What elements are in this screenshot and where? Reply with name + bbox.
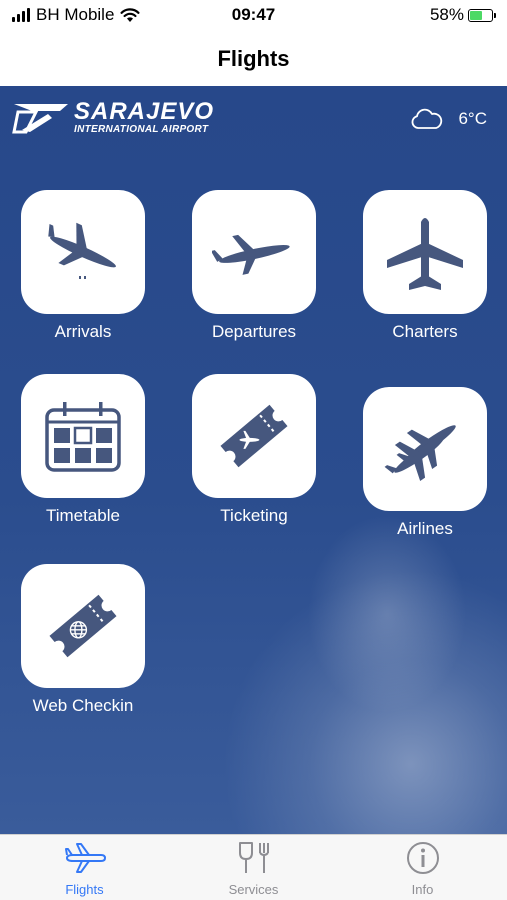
info-icon — [406, 842, 439, 874]
web-checkin-button[interactable]: Web Checkin — [21, 564, 145, 716]
status-bar: BH Mobile 09:47 58% — [0, 0, 507, 32]
tab-flights-label: Flights — [65, 882, 104, 897]
tab-services-label: Services — [228, 882, 279, 897]
airlines-planes-icon — [384, 425, 456, 482]
web-checkin-icon-box — [21, 564, 145, 688]
battery-fill — [470, 10, 483, 20]
ticket-icon — [220, 404, 288, 468]
web-checkin-label: Web Checkin — [32, 696, 134, 715]
charters-button[interactable]: Charters — [363, 190, 487, 342]
web-ticket-icon — [49, 594, 117, 658]
logo-wing-icon — [12, 104, 68, 134]
arrivals-button[interactable]: Arrivals — [21, 190, 145, 342]
plane-icon — [64, 843, 106, 873]
airlines-button[interactable]: Airlines — [363, 387, 487, 539]
airlines-icon-box — [363, 387, 487, 511]
charters-label: Charters — [392, 322, 458, 341]
battery-icon — [468, 8, 496, 22]
airlines-label: Airlines — [397, 519, 453, 538]
tab-services[interactable]: Services — [169, 835, 338, 900]
tab-info[interactable]: Info — [338, 835, 507, 900]
plane-top-view-icon — [387, 218, 463, 290]
departures-button[interactable]: Departures — [192, 190, 316, 342]
timetable-icon-box — [21, 374, 145, 498]
calendar-icon — [45, 402, 121, 472]
tab-flights[interactable]: Flights — [0, 835, 169, 900]
arrivals-label: Arrivals — [54, 322, 112, 341]
cloud-background-wisp — [307, 514, 467, 714]
ticketing-label: Ticketing — [220, 506, 288, 525]
ticketing-icon-box — [192, 374, 316, 498]
ticketing-button[interactable]: Ticketing — [192, 374, 316, 526]
airport-logo: SARAJEVO INTERNATIONAL AIRPORT — [12, 100, 214, 136]
battery-percent: 58% — [429, 5, 464, 24]
timetable-label: Timetable — [45, 506, 120, 525]
brand-name: SARAJEVO — [74, 98, 215, 125]
arrivals-icon-box — [21, 190, 145, 314]
cutlery-icon — [238, 842, 269, 873]
page-title: Flights — [217, 46, 290, 71]
tab-bar: Flights Services Info — [0, 834, 507, 900]
temperature: 6°C — [458, 109, 487, 128]
charters-icon-box — [363, 190, 487, 314]
cloud-icon — [412, 108, 443, 129]
navigation-bar: Flights — [0, 32, 507, 86]
brand-subtitle: INTERNATIONAL AIRPORT — [74, 124, 209, 135]
weather-widget: 6°C — [410, 108, 487, 130]
departures-plane-icon — [212, 234, 290, 275]
main-content: SARAJEVO INTERNATIONAL AIRPORT 6°C Arriv… — [0, 86, 507, 834]
arrivals-plane-icon — [48, 222, 116, 279]
departures-label: Departures — [211, 322, 297, 341]
tab-info-label: Info — [411, 882, 434, 897]
timetable-button[interactable]: Timetable — [21, 374, 145, 526]
departures-icon-box — [192, 190, 316, 314]
